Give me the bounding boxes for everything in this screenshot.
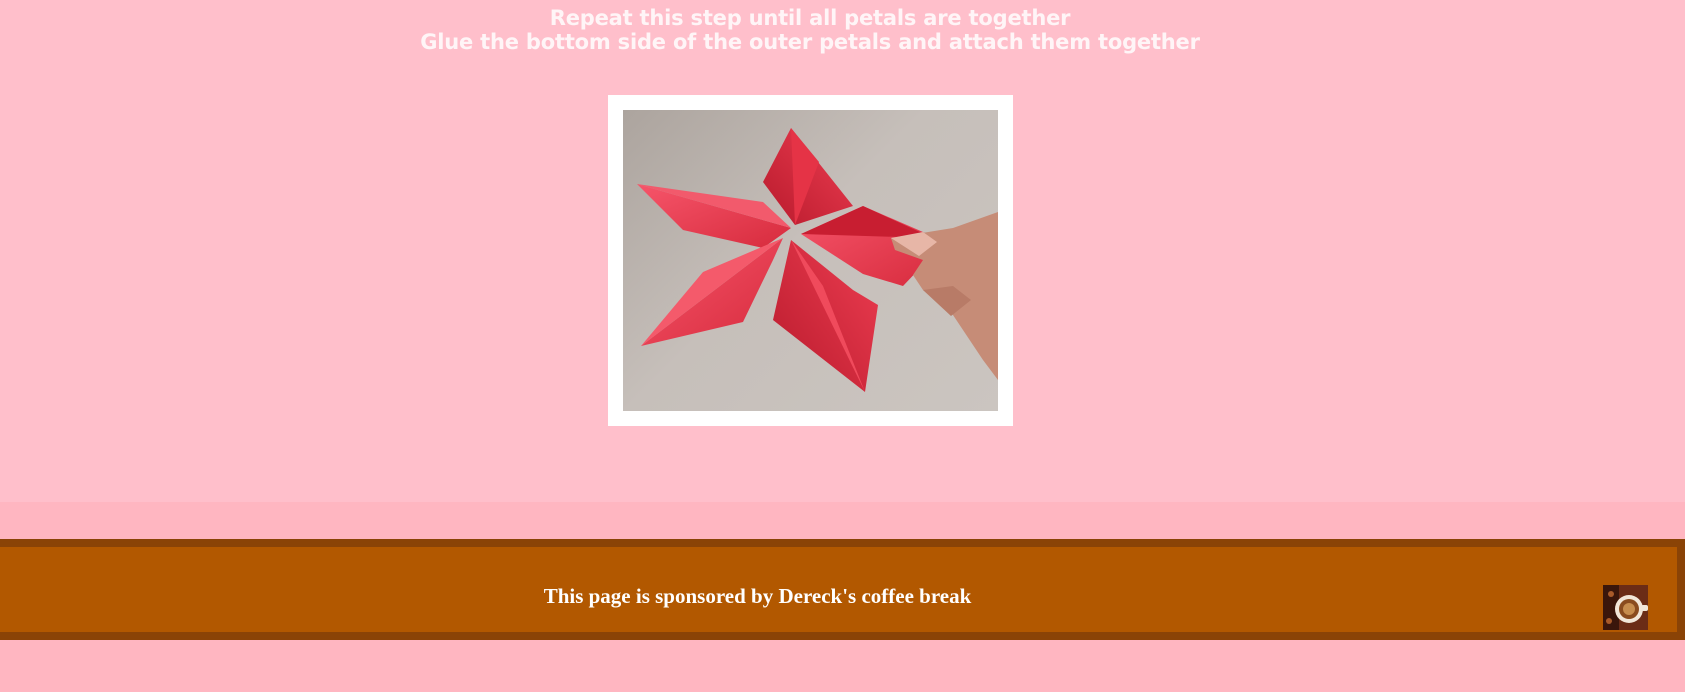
photo-frame <box>608 95 1013 426</box>
instructions-heading: Repeat this step until all petals are to… <box>0 6 1620 54</box>
sponsor-footer: This page is sponsored by Dereck's coffe… <box>0 539 1685 640</box>
coffee-thumbnail-image <box>1603 585 1648 630</box>
instruction-line-2: Glue the bottom side of the outer petals… <box>420 30 1200 54</box>
content-area: Repeat this step until all petals are to… <box>0 0 1685 502</box>
coffee-cup-icon[interactable] <box>1603 585 1648 630</box>
origami-flower-icon <box>637 128 998 392</box>
origami-flower-photo <box>623 110 998 411</box>
instruction-line-1: Repeat this step until all petals are to… <box>549 6 1071 30</box>
sponsor-text: This page is sponsored by Dereck's coffe… <box>543 584 972 608</box>
